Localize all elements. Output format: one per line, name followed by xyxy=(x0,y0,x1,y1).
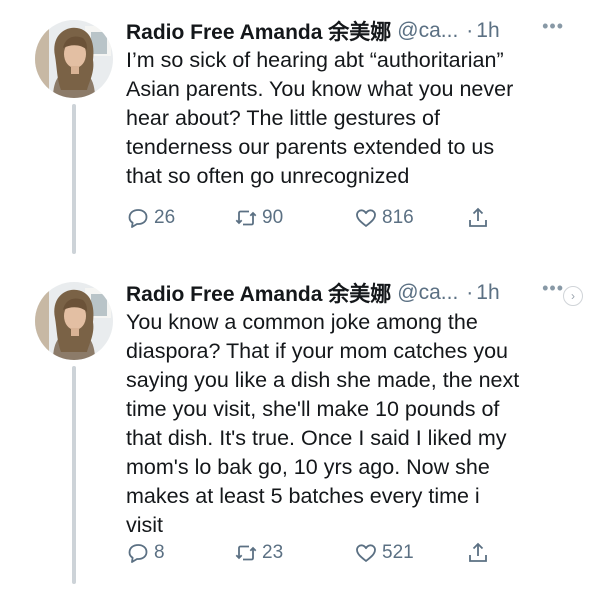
heart-outline-icon xyxy=(356,209,376,227)
tweet-header: Radio Free Amanda 余美娜 @ca... · 1h ••• xyxy=(126,276,566,310)
retweet-count: 23 xyxy=(262,542,284,563)
tweet-text: I’m so sick of hearing abt “authoritaria… xyxy=(126,48,514,188)
tweet-header: Radio Free Amanda 余美娜 @ca... · 1h ••• xyxy=(126,14,566,48)
tweet-thread: Radio Free Amanda 余美娜 @ca... · 1h ••• I’… xyxy=(0,0,589,590)
retweet-arrows-icon xyxy=(235,210,257,226)
tweet-actions: 8 23 521 xyxy=(126,538,506,568)
speech-bubble-icon xyxy=(128,209,148,228)
avatar[interactable] xyxy=(35,282,113,360)
retweet-arrows-icon xyxy=(235,545,257,561)
avatar[interactable] xyxy=(35,20,113,98)
share-upload-icon xyxy=(469,542,487,562)
reply-button[interactable]: 26 xyxy=(126,203,175,233)
like-count: 521 xyxy=(382,542,414,563)
reply-count: 26 xyxy=(154,207,176,228)
author-name[interactable]: Radio Free Amanda 余美娜 xyxy=(126,16,391,46)
profile-photo-icon xyxy=(35,282,113,360)
tweet[interactable]: Radio Free Amanda 余美娜 @ca... · 1h ••• Yo… xyxy=(0,262,589,590)
share-button[interactable] xyxy=(466,538,494,568)
share-button[interactable] xyxy=(466,203,494,233)
like-button[interactable]: 816 xyxy=(354,203,414,233)
speech-bubble-icon xyxy=(128,544,148,563)
tweet[interactable]: Radio Free Amanda 余美娜 @ca... · 1h ••• I’… xyxy=(0,0,589,254)
more-options-icon[interactable]: ••• xyxy=(542,16,564,37)
like-count: 816 xyxy=(382,207,414,228)
timestamp[interactable]: 1h xyxy=(476,281,499,305)
separator-dot: · xyxy=(466,281,474,304)
more-options-icon[interactable]: ••• xyxy=(542,278,564,299)
thread-line xyxy=(72,104,76,254)
tweet-actions: 26 90 816 xyxy=(126,203,506,233)
separator-dot: · xyxy=(466,19,474,42)
author-handle[interactable]: @ca... xyxy=(397,281,458,305)
profile-photo-icon xyxy=(35,20,113,98)
chevron-right-icon[interactable]: › xyxy=(563,286,583,306)
timestamp[interactable]: 1h xyxy=(476,19,499,43)
heart-outline-icon xyxy=(356,544,376,562)
reply-count: 8 xyxy=(154,542,165,563)
share-upload-icon xyxy=(469,207,487,227)
author-name[interactable]: Radio Free Amanda 余美娜 xyxy=(126,278,391,308)
author-handle[interactable]: @ca... xyxy=(397,19,458,43)
retweet-button[interactable]: 90 xyxy=(234,203,283,233)
retweet-button[interactable]: 23 xyxy=(234,538,283,568)
reply-button[interactable]: 8 xyxy=(126,538,165,568)
thread-line xyxy=(72,366,76,584)
retweet-count: 90 xyxy=(262,207,284,228)
like-button[interactable]: 521 xyxy=(354,538,414,568)
tweet-text: You know a common joke among the diaspor… xyxy=(126,310,520,537)
